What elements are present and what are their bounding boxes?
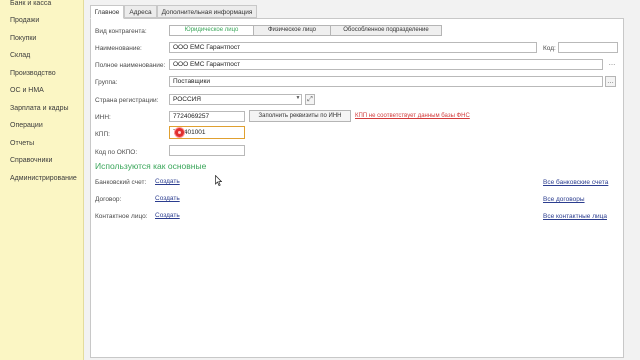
group-input[interactable]: Поставщики (169, 76, 603, 87)
fill-by-inn-button[interactable]: Заполнить реквизиты по ИНН (249, 110, 351, 122)
sidebar-item-sales[interactable]: Продажи (10, 17, 39, 24)
tab-additional-info[interactable]: Дополнительная информация (157, 5, 257, 18)
bank-account-label: Банковский счет: (95, 179, 147, 186)
sidebar-item-administration[interactable]: Администрирование (10, 175, 77, 182)
sidebar-item-references[interactable]: Справочники (10, 157, 52, 164)
sidebar-item-salary[interactable]: Зарплата и кадры (10, 105, 69, 112)
kind-label: Вид контрагента: (95, 28, 147, 35)
sidebar-item-reports[interactable]: Отчеты (10, 140, 34, 147)
link-icon: ⤢ (307, 96, 313, 103)
all-contacts-link[interactable]: Все контактные лица (543, 213, 607, 220)
code-label: Код: (543, 45, 556, 52)
all-contracts-link[interactable]: Все договоры (543, 196, 585, 203)
ellipsis-icon: … (607, 78, 614, 85)
defaults-section-title: Используются как основные (95, 161, 207, 171)
inn-input[interactable]: 7724069257 (169, 111, 245, 122)
group-label: Группа: (95, 79, 118, 86)
dropdown-arrow-icon[interactable]: ▼ (293, 94, 303, 105)
sidebar-item-operations[interactable]: Операции (10, 122, 43, 129)
tab-main[interactable]: Главное (90, 5, 124, 19)
sidebar-item-purchases[interactable]: Покупки (10, 35, 36, 42)
main-area: Главное Адреса Дополнительная информация… (84, 0, 640, 360)
sidebar-item-warehouse[interactable]: Склад (10, 52, 30, 59)
sidebar-item-bank[interactable]: Банк и касса (10, 0, 51, 7)
country-input[interactable]: РОССИЯ (169, 94, 302, 105)
kind-legal-entity[interactable]: Юридическое лицо (169, 25, 254, 36)
country-label: Страна регистрации: (95, 97, 159, 104)
kpp-label: КПП: (95, 131, 110, 138)
ellipsis-icon[interactable]: … (607, 59, 617, 70)
name-label: Наименование: (95, 45, 142, 52)
group-select-button[interactable]: … (605, 76, 616, 87)
code-input[interactable] (558, 42, 618, 53)
fullname-input[interactable]: ООО ЕМС Гарантпост (169, 59, 603, 70)
okpo-input[interactable] (169, 145, 245, 156)
fullname-label: Полное наименование: (95, 62, 166, 69)
okpo-label: Код по ОКПО: (95, 149, 138, 156)
tab-addresses[interactable]: Адреса (124, 5, 157, 18)
contact-person-label: Контактное лицо: (95, 213, 148, 220)
name-input[interactable]: ООО ЕМС Гарантпост (169, 42, 537, 53)
kind-branch[interactable]: Обособленное подразделение (330, 25, 442, 36)
form-panel: Вид контрагента: Юридическое лицо Физиче… (90, 18, 624, 358)
click-indicator-icon (174, 127, 185, 138)
country-open-button[interactable]: ⤢ (305, 94, 315, 105)
contract-create-link[interactable]: Создать (155, 195, 180, 202)
mouse-pointer-icon (215, 175, 222, 186)
bank-account-create-link[interactable]: Создать (155, 178, 180, 185)
sidebar-item-production[interactable]: Производство (10, 70, 56, 77)
sidebar-item-assets[interactable]: ОС и НМА (10, 87, 44, 94)
all-bank-accounts-link[interactable]: Все банковские счета (543, 179, 608, 186)
contract-label: Договор: (95, 196, 122, 203)
contact-create-link[interactable]: Создать (155, 212, 180, 219)
kpp-warning-link[interactable]: КПП не соответствует данным базы ФНС (355, 113, 470, 119)
sidebar: Банк и касса Продажи Покупки Склад Произ… (0, 0, 84, 360)
kind-individual[interactable]: Физическое лицо (253, 25, 331, 36)
inn-label: ИНН: (95, 114, 111, 121)
